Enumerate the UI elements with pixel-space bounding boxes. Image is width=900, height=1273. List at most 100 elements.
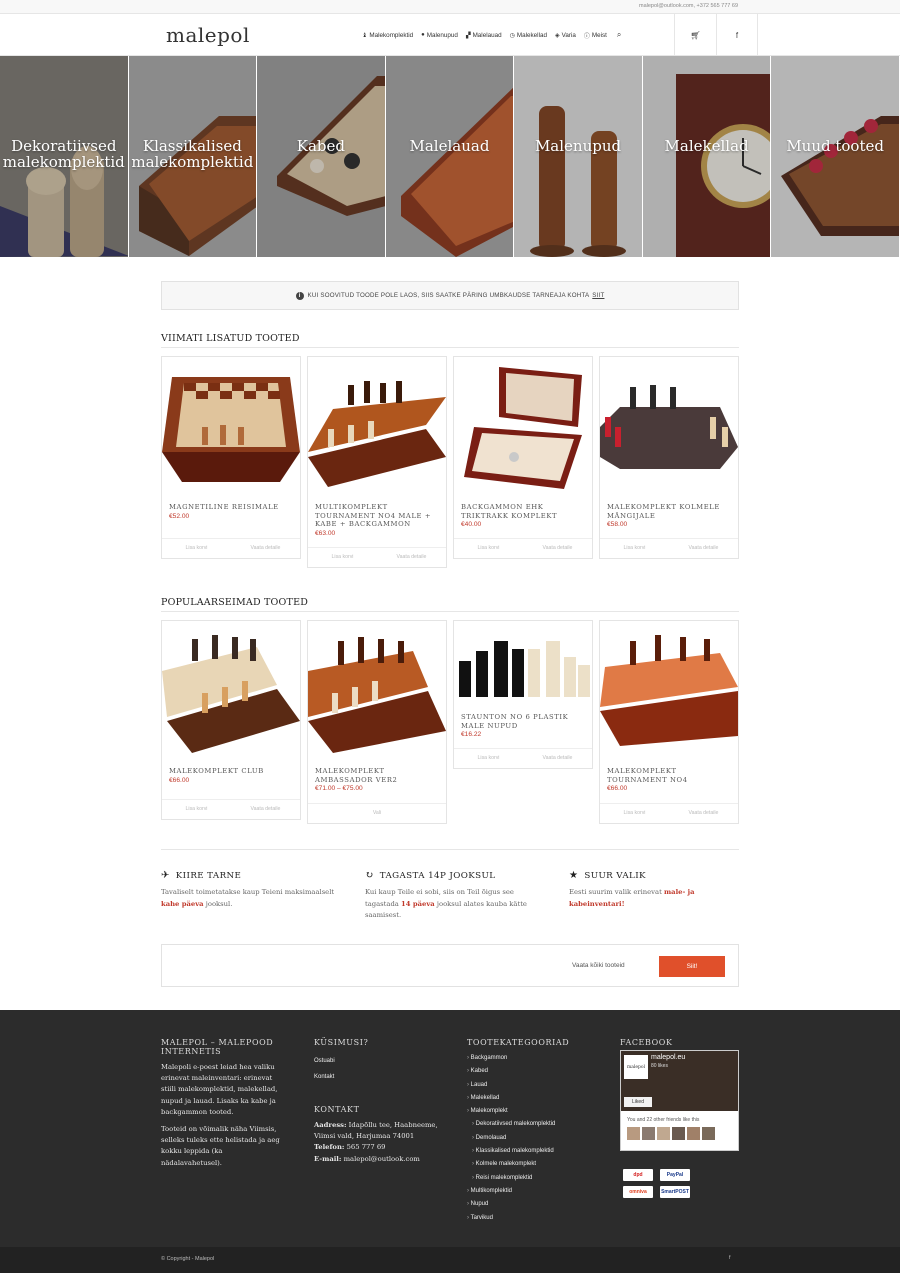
product-card[interactable]: MAGNETILINE REISIMALE €52.00 Lisa korvi V… xyxy=(161,356,301,559)
category-link[interactable]: Reisi malekomplektid xyxy=(467,1172,607,1185)
view-details-button[interactable]: Vaata detaile xyxy=(231,800,300,819)
add-to-cart-button[interactable]: Lisa korvi xyxy=(308,548,377,567)
feature-highlight: 14 päeva xyxy=(401,899,435,908)
nav-item-malekomplektid[interactable]: ♝ Malekomplektid xyxy=(362,32,413,39)
footer-about: MALEPOL – MALEPOOD INTERNETIS Malepoli e… xyxy=(161,1038,281,1169)
footer-link-ostuabi[interactable]: Ostuabi xyxy=(314,1053,444,1069)
category-link[interactable]: Kabed xyxy=(467,1065,607,1078)
product-price: €16.22 xyxy=(461,731,482,738)
product-card[interactable]: BACKGAMMON EHK TRIKTRAKK KOMPLEKT €40.00… xyxy=(453,356,593,559)
chess-piece-icon: ♝ xyxy=(362,32,368,39)
category-tile-kabed[interactable]: Kabed xyxy=(257,56,386,257)
topbar: malepol@outlook.com, +372 565 777 69 xyxy=(0,0,900,14)
tile-label: Malenupud xyxy=(534,137,622,155)
category-link[interactable]: Malekomplekt xyxy=(467,1105,607,1118)
product-card[interactable]: MALEKOMPLEKT AMBASSADOR VER2 €71.00 – €7… xyxy=(307,620,447,824)
nav-label: Malekomplektid xyxy=(369,31,414,39)
view-details-button[interactable]: Vaata detaile xyxy=(377,548,446,567)
nav-item-meist[interactable]: ⓘ Meist xyxy=(584,31,607,40)
search-icon[interactable]: ⌕ xyxy=(617,30,621,40)
product-name[interactable]: BACKGAMMON EHK TRIKTRAKK KOMPLEKT xyxy=(454,495,592,520)
product-image[interactable] xyxy=(600,621,738,759)
product-name[interactable]: STAUNTON NO 6 PLASTIK MALE NUPUD xyxy=(454,705,592,730)
view-details-button[interactable]: Vaata detaile xyxy=(669,539,738,558)
tile-label: Dekoratiivsed malekomplektid xyxy=(2,137,125,171)
facebook-liked-button[interactable]: Liked xyxy=(624,1097,652,1107)
facebook-avatars xyxy=(627,1127,715,1140)
nav-item-malenupud[interactable]: ● Malenupud xyxy=(421,32,458,39)
product-card[interactable]: MALEKOMPLEKT KOLMELE MÄNGIJALE €58.00 Li… xyxy=(599,356,739,559)
category-tile-klassikalised[interactable]: Klassikalised malekomplektid xyxy=(128,56,258,257)
notice-link[interactable]: SIIT xyxy=(592,292,604,299)
category-link[interactable]: Demolauad xyxy=(467,1132,607,1145)
category-link[interactable]: Kolmele malekomplekt xyxy=(467,1158,607,1171)
category-tile-muud[interactable]: Muud tooted xyxy=(771,56,900,257)
copyright: © Copyright - Malepol xyxy=(161,1256,215,1262)
nav-label: Malelauad xyxy=(472,31,502,39)
product-image[interactable] xyxy=(600,357,738,495)
product-card[interactable]: MULTIKOMPLEKT TOURNAMENT NO4 MALE + KABE… xyxy=(307,356,447,568)
category-link[interactable]: Klassikalised malekomplektid xyxy=(467,1145,607,1158)
view-details-button[interactable]: Vaata detaile xyxy=(523,539,592,558)
category-tile-malekellad[interactable]: Malekellad xyxy=(642,56,772,257)
product-card[interactable]: MALEKOMPLEKT TOURNAMENT NO4 €66.00 Lisa … xyxy=(599,620,739,824)
footer-questions: KÜSIMUSI? Ostuabi Kontakt KONTAKT Aadres… xyxy=(314,1038,444,1165)
facebook-page-name[interactable]: malepol.eu xyxy=(651,1054,685,1061)
feature-text: Tavaliselt toimetatakse kaup Teieni maks… xyxy=(161,888,335,896)
product-image[interactable] xyxy=(454,357,592,495)
product-image[interactable] xyxy=(308,621,446,759)
product-image[interactable] xyxy=(308,357,446,495)
view-details-button[interactable]: Vaata detaile xyxy=(523,749,592,768)
nav-item-varia[interactable]: ◈ Varia xyxy=(555,32,576,39)
facebook-icon[interactable]: f xyxy=(716,14,758,56)
product-name[interactable]: MALEKOMPLEKT CLUB xyxy=(162,759,300,776)
add-to-cart-button[interactable]: Lisa korvi xyxy=(454,539,523,558)
info-icon: ⓘ xyxy=(583,33,590,40)
product-name[interactable]: MALEKOMPLEKT KOLMELE MÄNGIJALE xyxy=(600,495,738,520)
facebook-icon[interactable]: f xyxy=(729,1255,731,1261)
category-link[interactable]: Lauad xyxy=(467,1079,607,1092)
add-to-cart-button[interactable]: Lisa korvi xyxy=(600,804,669,823)
product-name[interactable]: MALEKOMPLEKT AMBASSADOR VER2 xyxy=(308,759,446,784)
category-link[interactable]: Malekellad xyxy=(467,1092,607,1105)
view-details-button[interactable]: Vaata detaile xyxy=(231,539,300,558)
product-image[interactable] xyxy=(162,357,300,495)
cart-icon[interactable]: 🛒︎ xyxy=(674,14,716,56)
product-name[interactable]: MAGNETILINE REISIMALE xyxy=(162,495,300,512)
footer-link-kontakt[interactable]: Kontakt xyxy=(314,1069,444,1085)
category-link[interactable]: Multikomplektid xyxy=(467,1185,607,1198)
tile-label: Malelauad xyxy=(409,137,490,155)
product-card[interactable]: STAUNTON NO 6 PLASTIK MALE NUPUD €16.22 … xyxy=(453,620,593,769)
tile-label: Muud tooted xyxy=(786,137,884,155)
select-options-button[interactable]: Vali xyxy=(308,804,446,823)
category-link[interactable]: Backgammon xyxy=(467,1052,607,1065)
product-price: €40.00 xyxy=(461,521,482,528)
product-name[interactable]: MALEKOMPLEKT TOURNAMENT NO4 xyxy=(600,759,738,784)
footer-contact: Aadress: Idapõllu tee, Haabneeme, Viimsi… xyxy=(314,1121,438,1163)
nav-item-malelauad[interactable]: ▞ Malelauad xyxy=(466,32,502,39)
site-logo[interactable]: malepol xyxy=(166,23,250,47)
nav-item-malekellad[interactable]: ◷ Malekellad xyxy=(510,32,547,39)
tile-label: Malekellad xyxy=(664,137,749,155)
feature-title: TAGASTA 14P JOOKSUL xyxy=(379,870,496,881)
view-details-button[interactable]: Vaata detaile xyxy=(669,804,738,823)
facebook-widget[interactable]: malepol malepol.eu 80 likes Liked You an… xyxy=(620,1050,739,1151)
product-name[interactable]: MULTIKOMPLEKT TOURNAMENT NO4 MALE + KABE… xyxy=(308,495,446,529)
add-to-cart-button[interactable]: Lisa korvi xyxy=(162,800,231,819)
category-link[interactable]: Dekoratiivsed malekomplektid xyxy=(467,1118,607,1131)
category-tile-malelauad[interactable]: Malelauad xyxy=(385,56,515,257)
add-to-cart-button[interactable]: Lisa korvi xyxy=(454,749,523,768)
product-card[interactable]: MALEKOMPLEKT CLUB €66.00 Lisa korvi Vaata… xyxy=(161,620,301,820)
footer-heading: KONTAKT xyxy=(314,1105,360,1114)
footer-heading: MALEPOL – MALEPOOD INTERNETIS xyxy=(161,1038,274,1056)
add-to-cart-button[interactable]: Lisa korvi xyxy=(600,539,669,558)
view-all-button[interactable]: Siit! xyxy=(659,956,725,977)
category-tile-malenupud[interactable]: Malenupud xyxy=(514,56,643,257)
add-to-cart-button[interactable]: Lisa korvi xyxy=(162,539,231,558)
category-link[interactable]: Tarvikud xyxy=(467,1212,607,1225)
product-image[interactable] xyxy=(162,621,300,759)
category-tile-dekoratiivsed[interactable]: Dekoratiivsed malekomplektid xyxy=(0,56,129,257)
footer-email-link[interactable]: malepol@outlook.com xyxy=(344,1155,420,1163)
category-link[interactable]: Nupud xyxy=(467,1198,607,1211)
product-image[interactable] xyxy=(454,621,592,705)
